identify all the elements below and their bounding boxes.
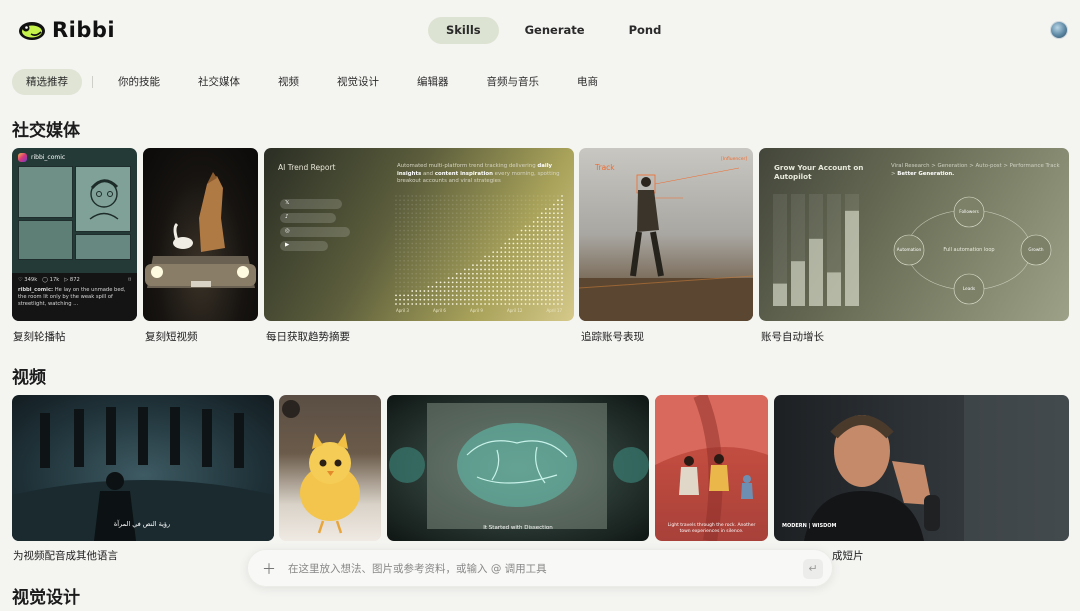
platform-pill-tiktok: ♪	[280, 213, 336, 223]
skill-label-dub-video: 为视频配音成其他语言	[13, 550, 118, 562]
category-your-skills[interactable]: 你的技能	[99, 69, 179, 95]
skill-card-track-account[interactable]: Track [Influencer]	[579, 148, 753, 321]
category-social[interactable]: 社交媒体	[179, 69, 259, 95]
desert-caption: Light travels through the rock. Another …	[667, 523, 756, 534]
comic-header: ribbi_comic	[18, 153, 65, 162]
skill-card-chick-video[interactable]	[279, 395, 381, 541]
loop-node-automation: Automation	[896, 247, 922, 252]
platform-pill-instagram: ◎	[280, 227, 350, 237]
trend-x-axis: April 3 April 6 April 9 April 12 April 17	[396, 308, 562, 313]
comic-panel	[18, 166, 73, 218]
category-featured[interactable]: 精选推荐	[12, 69, 82, 95]
loop-node-growth: Growth	[1028, 247, 1044, 252]
walking-person-illustration	[579, 167, 753, 321]
desert-illustration	[655, 395, 768, 541]
skill-label-track-account: 追踪账号表现	[581, 331, 644, 343]
main-nav: Skills Generate Pond	[428, 17, 679, 44]
comic-post-footer: ♡ 349k ◯ 17k ▷ 872 ⌑ ribbi_comic: He lay…	[12, 273, 137, 321]
comic-panel	[18, 220, 73, 260]
instagram-icon	[18, 153, 27, 162]
platform-pill-youtube: ▶	[280, 241, 328, 251]
skill-label-auto-growth: 账号自动增长	[761, 331, 824, 343]
prompt-input[interactable]: 在这里放入想法、图片或参考资料，或输入 @ 调用工具	[288, 561, 547, 576]
section-title-social: 社交媒体	[12, 121, 80, 141]
skill-label-trend-digest: 每日获取趋势摘要	[266, 331, 350, 343]
brain-caption: It Started with Dissection	[483, 525, 553, 531]
podcast-brand: MODERN | WISDOM	[782, 523, 837, 529]
add-attachment-icon[interactable]: ＋	[262, 559, 276, 579]
category-ecommerce[interactable]: 电商	[558, 69, 617, 95]
skill-label-clip-video: 成短片	[832, 550, 864, 562]
brand-name: Ribbi	[52, 18, 116, 42]
share-count: ▷ 872	[64, 277, 80, 283]
comic-account: ribbi_comic	[31, 154, 66, 161]
comic-panel	[75, 234, 131, 260]
skill-card-trend-digest[interactable]: AI Trend Report Automated multi-platform…	[264, 148, 574, 321]
horse-car-illustration	[145, 172, 256, 288]
user-avatar[interactable]	[1050, 21, 1068, 39]
trend-report-description: Automated multi-platform trend tracking …	[397, 163, 560, 184]
skill-card-dub-video[interactable]: رؤية النص في المرآة	[12, 395, 274, 541]
loop-node-leads: Leads	[962, 286, 976, 291]
skill-card-brain-video[interactable]: It Started with Dissection	[387, 395, 649, 541]
comic-face-illustration	[89, 179, 119, 220]
tab-pond[interactable]: Pond	[611, 17, 680, 44]
comment-count: ◯ 17k	[42, 277, 60, 283]
brain-illustration	[389, 403, 649, 529]
brand-logo[interactable]: Ribbi	[18, 18, 115, 42]
trend-report-title: AI Trend Report	[278, 163, 336, 172]
section-title-video: 视频	[12, 368, 46, 388]
caption-user: ribbi_comic:	[18, 287, 54, 293]
chick-illustration	[282, 400, 360, 534]
top-bar: Ribbi Skills Generate Pond	[0, 0, 1080, 60]
tab-skills[interactable]: Skills	[428, 17, 499, 44]
skill-card-clip-video[interactable]: MODERN | WISDOM	[774, 395, 1069, 541]
frog-logo-icon	[19, 22, 45, 40]
loop-center-label: Full automation loop	[943, 247, 995, 253]
category-audio-music[interactable]: 音频与音乐	[468, 69, 559, 95]
bookmark-icon: ⌑	[128, 277, 131, 283]
podcast-host-illustration	[804, 395, 1069, 541]
platform-pill-x: 𝕏	[280, 199, 342, 209]
skill-card-desert-video[interactable]: Light travels through the rock. Another …	[655, 395, 768, 541]
skill-label-short-video: 复刻短视频	[145, 331, 198, 343]
skill-label-carousel: 复刻轮播帖	[13, 331, 66, 343]
section-title-visual: 视觉设计	[12, 588, 80, 608]
category-bar: 精选推荐 你的技能 社交媒体 视频 视觉设计 编辑器 音频与音乐 电商	[12, 69, 617, 95]
skill-card-short-video[interactable]	[143, 148, 258, 321]
mirror-caption: رؤية النص في المرآة	[113, 520, 171, 528]
skill-card-carousel[interactable]: ribbi_comic ♡ 349k ◯ 17k ▷ 872 ⌑ ribbi_c…	[12, 148, 137, 321]
category-divider	[92, 76, 93, 88]
skill-card-auto-growth[interactable]: Grow Your Account on Autopilot Viral Res…	[759, 148, 1069, 321]
category-visual-design[interactable]: 视觉设计	[318, 69, 398, 95]
tab-generate[interactable]: Generate	[507, 17, 603, 44]
trend-dot-chart	[395, 195, 563, 305]
category-editor[interactable]: 编辑器	[398, 69, 468, 95]
category-video[interactable]: 视频	[259, 69, 318, 95]
send-icon[interactable]: ↵	[803, 559, 823, 579]
loop-node-followers: Followers	[959, 209, 979, 214]
automation-loop-diagram	[893, 196, 1052, 305]
like-count: ♡ 349k	[18, 277, 38, 283]
prompt-bar: ＋ 在这里放入想法、图片或参考资料，或输入 @ 调用工具 ↵	[247, 549, 833, 587]
